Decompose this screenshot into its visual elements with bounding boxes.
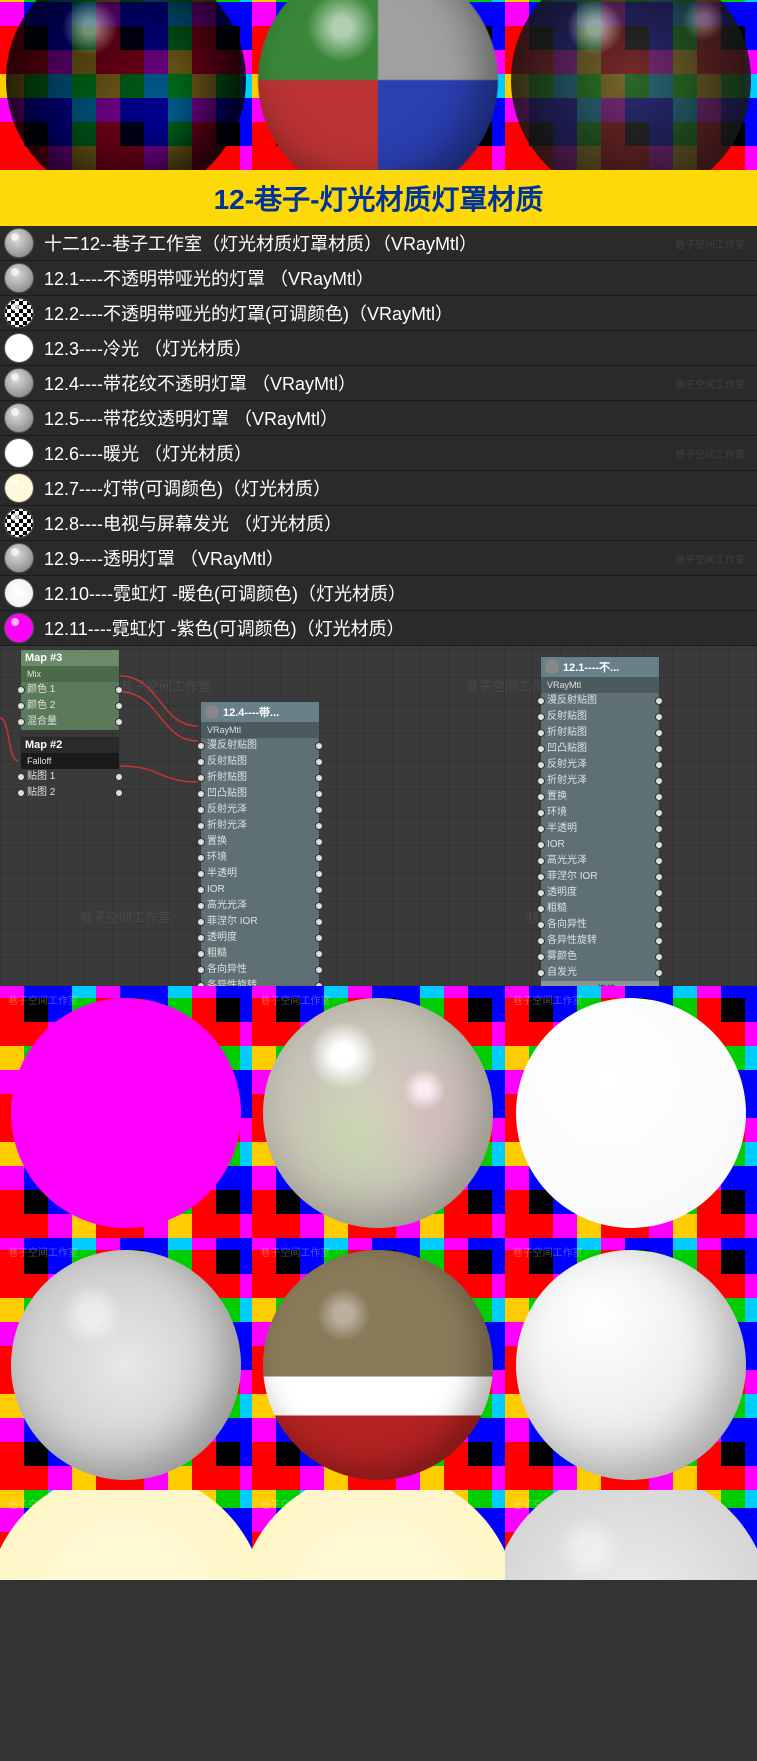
material-swatch-icon (4, 473, 34, 503)
material-row[interactable]: 12.9----透明灯罩 （VRayMtl）巷子空间工作室 (0, 541, 757, 576)
material-label: 十二12--巷子工作室（灯光材质灯罩材质）（VRayMtl） (44, 230, 477, 256)
node-slot[interactable]: 环境 (541, 805, 659, 821)
material-swatch-icon (4, 228, 34, 258)
node-slot[interactable]: 半透明 (541, 821, 659, 837)
node-slot[interactable]: 半透明 (201, 866, 319, 882)
category-title: 12-巷子-灯光材质灯罩材质 (0, 170, 757, 226)
material-label: 12.6----暖光 （灯光材质） (44, 440, 252, 466)
node-vraymtl-right[interactable]: 12.1----不... VRayMtl 漫反射贴图反射贴图折射贴图凹凸贴图反射… (540, 656, 660, 986)
material-swatch-icon (4, 508, 34, 538)
node-slot[interactable]: 颜色 1 (21, 682, 119, 698)
material-row[interactable]: 12.4----带花纹不透明灯罩 （VRayMtl）巷子空间工作室 (0, 366, 757, 401)
preview-cell: 巷子空间工作室 (505, 1490, 757, 1580)
node-slot[interactable]: 反射贴图 (201, 754, 319, 770)
node-slot[interactable]: 漫反射贴图 (201, 738, 319, 754)
material-row[interactable]: 12.6----暖光 （灯光材质）巷子空间工作室 (0, 436, 757, 471)
material-swatch-icon (4, 613, 34, 643)
material-row[interactable]: 12.1----不透明带哑光的灯罩 （VRayMtl） (0, 261, 757, 296)
node-slot[interactable]: 雾颜色 (541, 949, 659, 965)
bottom-preview-grid: 巷子空间工作室 巷子空间工作室 巷子空间工作室 巷子空间工作室 巷子空间工作室 … (0, 986, 757, 1580)
material-label: 12.7----灯带(可调颜色)（灯光材质） (44, 475, 331, 501)
material-label: 12.5----带花纹透明灯罩 （VRayMtl） (44, 405, 338, 431)
material-label: 12.8----电视与屏幕发光 （灯光材质） (44, 510, 342, 536)
node-slot[interactable]: 凹凸贴图 (541, 741, 659, 757)
top-preview-row (0, 0, 757, 170)
material-thumb-icon (545, 660, 559, 674)
node-slot[interactable]: 自发光 (541, 965, 659, 981)
node-slot[interactable]: 贴图 2 (21, 785, 119, 801)
node-slot[interactable]: 环境 (201, 850, 319, 866)
preview-cell: 巷子空间工作室 (505, 1238, 757, 1490)
node-slot[interactable]: 折射贴图 (541, 725, 659, 741)
node-slot[interactable]: 贴图 1 (21, 769, 119, 785)
preview-cell: 巷子空间工作室 (0, 1490, 252, 1580)
node-slot[interactable]: 凹凸贴图 (201, 786, 319, 802)
node-slot[interactable]: 各异性旋转 (541, 933, 659, 949)
material-label: 12.4----带花纹不透明灯罩 （VRayMtl） (44, 370, 356, 396)
material-label: 12.11----霓虹灯 -紫色(可调颜色)（灯光材质） (44, 615, 405, 641)
preview-sphere-2 (252, 0, 504, 170)
node-slot[interactable]: 置换 (541, 789, 659, 805)
node-slot[interactable]: 混合量 (21, 714, 119, 730)
node-slot[interactable]: 折射贴图 (201, 770, 319, 786)
material-swatch-icon (4, 438, 34, 468)
node-slot[interactable]: 透明度 (201, 930, 319, 946)
node-slot[interactable]: 菲涅尔 IOR (201, 914, 319, 930)
node-slot[interactable]: 颜色 2 (21, 698, 119, 714)
material-label: 12.10----霓虹灯 -暖色(可调颜色)（灯光材质） (44, 580, 406, 606)
preview-cell: 巷子空间工作室 (252, 1238, 504, 1490)
node-editor[interactable]: 巷子空间工作室 巷子空间工作室 巷子空间工作室 巷子空间工作室 Map #3 M… (0, 646, 757, 986)
node-slot[interactable]: IOR (201, 882, 319, 898)
node-slot[interactable]: 高光光泽 (541, 853, 659, 869)
material-row[interactable]: 12.11----霓虹灯 -紫色(可调颜色)（灯光材质） (0, 611, 757, 646)
preview-sphere-1 (0, 0, 252, 170)
material-row[interactable]: 12.10----霓虹灯 -暖色(可调颜色)（灯光材质） (0, 576, 757, 611)
node-slot[interactable]: 透明度 (541, 885, 659, 901)
node-slot[interactable]: 反射光泽 (201, 802, 319, 818)
material-row[interactable]: 12.8----电视与屏幕发光 （灯光材质） (0, 506, 757, 541)
material-label: 12.2----不透明带哑光的灯罩(可调颜色)（VRayMtl） (44, 300, 453, 326)
node-slot[interactable]: 折射光泽 (201, 818, 319, 834)
preview-cell: 巷子空间工作室 (0, 986, 252, 1238)
material-row[interactable]: 十二12--巷子工作室（灯光材质灯罩材质）（VRayMtl）巷子空间工作室 (0, 226, 757, 261)
preview-sphere-3 (505, 0, 757, 170)
node-slot[interactable]: IOR (541, 837, 659, 853)
preview-cell: 巷子空间工作室 (252, 1490, 504, 1580)
material-list: 十二12--巷子工作室（灯光材质灯罩材质）（VRayMtl）巷子空间工作室 12… (0, 226, 757, 646)
node-slot[interactable]: 反射贴图 (541, 709, 659, 725)
preview-cell: 巷子空间工作室 (505, 986, 757, 1238)
material-row[interactable]: 12.5----带花纹透明灯罩 （VRayMtl） (0, 401, 757, 436)
material-row[interactable]: 12.3----冷光 （灯光材质） (0, 331, 757, 366)
node-slot[interactable]: 粗糙 (201, 946, 319, 962)
node-slot[interactable]: 漫反射贴图 (541, 693, 659, 709)
node-vraymtl-left[interactable]: 12.4----带... VRayMtl 漫反射贴图反射贴图折射贴图凹凸贴图反射… (200, 701, 320, 986)
node-slot[interactable]: 菲涅尔 IOR (541, 869, 659, 885)
material-label: 12.1----不透明带哑光的灯罩 （VRayMtl） (44, 265, 374, 291)
material-swatch-icon (4, 403, 34, 433)
node-map-falloff[interactable]: Map #2 Falloff 贴图 1 贴图 2 (20, 736, 120, 802)
material-row[interactable]: 12.2----不透明带哑光的灯罩(可调颜色)（VRayMtl） (0, 296, 757, 331)
material-swatch-icon (4, 333, 34, 363)
node-slot[interactable]: 高光光泽 (201, 898, 319, 914)
node-slot[interactable]: 折射光泽 (541, 773, 659, 789)
node-slot[interactable]: 置换 (201, 834, 319, 850)
node-slot[interactable]: 反射光泽 (541, 757, 659, 773)
node-slot[interactable]: 各向异性 (201, 962, 319, 978)
material-thumb-icon (205, 705, 219, 719)
node-slot[interactable]: 各异性旋转 (201, 978, 319, 986)
node-slot[interactable]: 粗糙 (541, 901, 659, 917)
preview-cell: 巷子空间工作室 (252, 986, 504, 1238)
material-label: 12.9----透明灯罩 （VRayMtl） (44, 545, 284, 571)
material-label: 12.3----冷光 （灯光材质） (44, 335, 252, 361)
material-row[interactable]: 12.7----灯带(可调颜色)（灯光材质） (0, 471, 757, 506)
node-map-mix[interactable]: Map #3 Mix 颜色 1 颜色 2 混合量 (20, 649, 120, 731)
node-slot[interactable]: 各向异性 (541, 917, 659, 933)
material-swatch-icon (4, 368, 34, 398)
material-swatch-icon (4, 298, 34, 328)
material-swatch-icon (4, 263, 34, 293)
preview-cell: 巷子空间工作室 (0, 1238, 252, 1490)
material-swatch-icon (4, 578, 34, 608)
material-swatch-icon (4, 543, 34, 573)
